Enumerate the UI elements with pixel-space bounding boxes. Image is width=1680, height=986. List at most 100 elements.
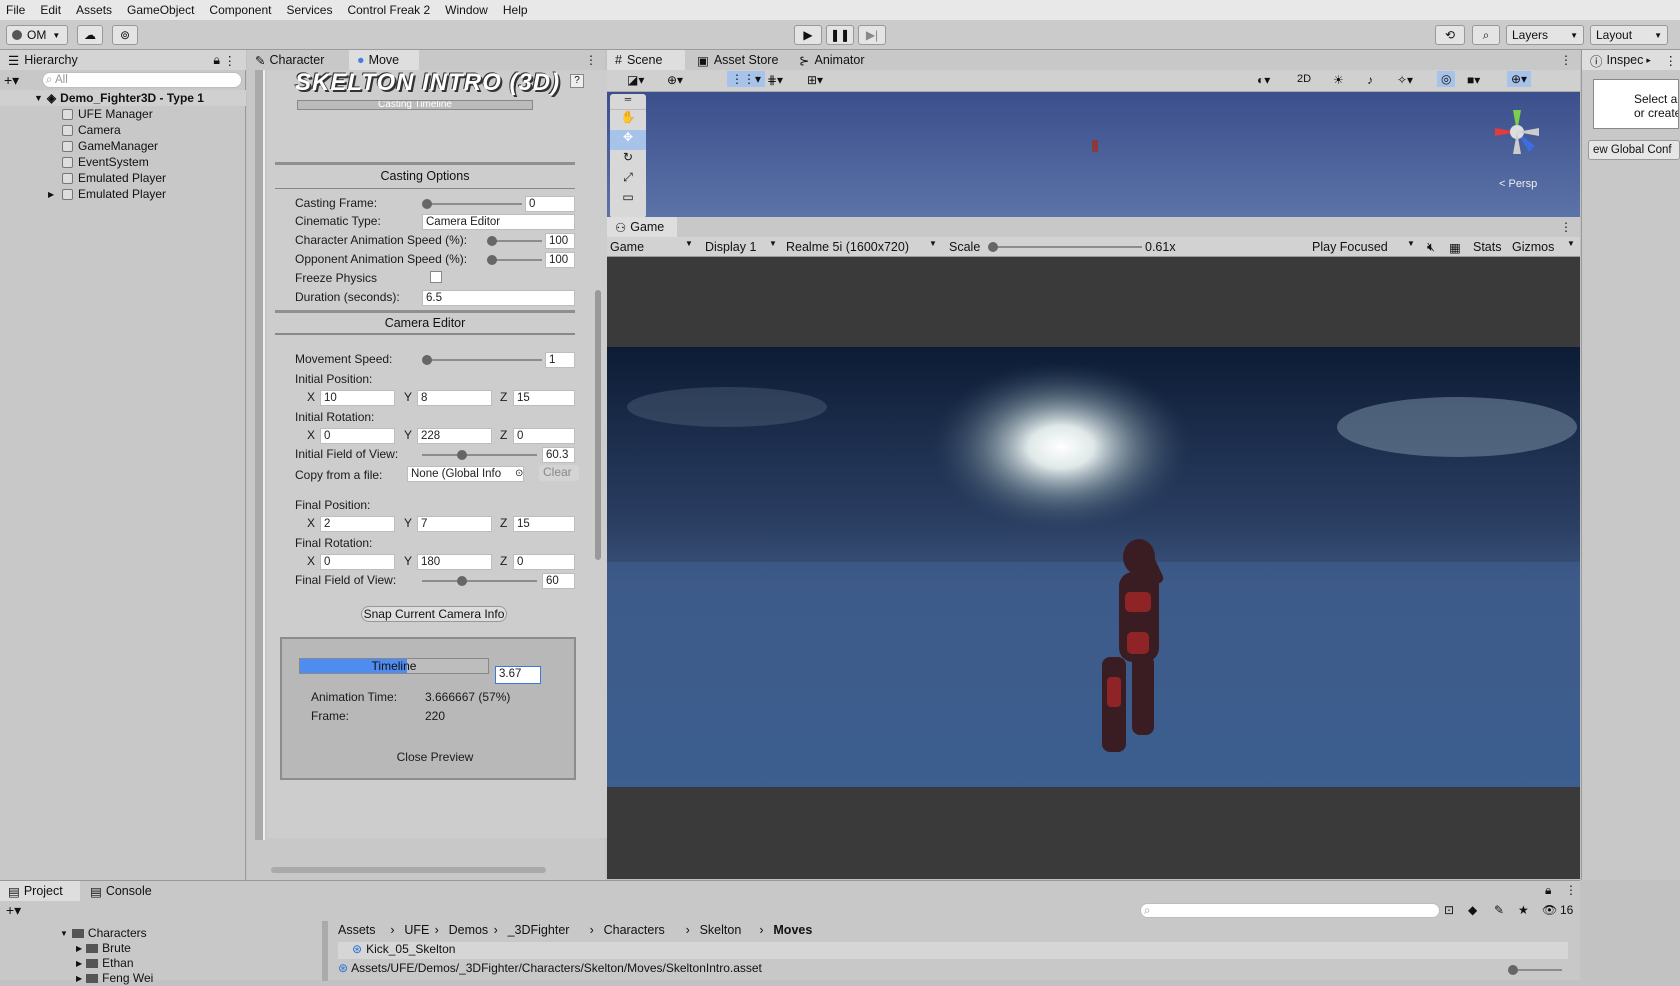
- cinematic-type-dropdown[interactable]: Camera Editor: [422, 214, 575, 230]
- more-icon[interactable]: ⋮: [585, 53, 597, 67]
- resolution-dropdown[interactable]: Realme 5i (1600x720): [786, 240, 909, 254]
- add-button[interactable]: +▾: [4, 72, 19, 89]
- initial-fov-field[interactable]: 60.3: [542, 447, 575, 463]
- shading-icon[interactable]: ◐▾: [1257, 73, 1270, 87]
- initial-fov-slider[interactable]: [422, 454, 537, 456]
- copy-file-field[interactable]: None (Global Info: [407, 466, 524, 482]
- tab-asset-store[interactable]: ▣ Asset Store: [689, 50, 789, 70]
- drag-handle-icon[interactable]: ═: [610, 94, 646, 110]
- menu-item[interactable]: Help: [503, 3, 528, 17]
- tab-scene[interactable]: # Scene: [607, 50, 685, 70]
- final-fov-field[interactable]: 60: [542, 573, 575, 589]
- global-icon[interactable]: ⊕▾: [667, 73, 683, 87]
- new-global-config-button[interactable]: ew Global Conf: [1588, 140, 1680, 160]
- help-icon[interactable]: ?: [570, 74, 584, 88]
- game-render-view[interactable]: [607, 347, 1580, 787]
- menu-item[interactable]: Window: [445, 3, 488, 17]
- opp-anim-speed-field[interactable]: 100: [545, 252, 575, 268]
- layout-dropdown[interactable]: Layout ▼: [1590, 25, 1668, 45]
- char-anim-speed-field[interactable]: 100: [545, 233, 575, 249]
- menu-item[interactable]: Edit: [40, 3, 61, 17]
- tab-project[interactable]: ▤ Project: [0, 881, 80, 901]
- editor-scrollbar[interactable]: [593, 100, 603, 860]
- final-rotation-z-field[interactable]: 0: [513, 554, 575, 570]
- casting-frame-slider[interactable]: [427, 203, 522, 205]
- tab-inspector[interactable]: ⓘ Inspec ▸ ⋮: [1582, 50, 1680, 70]
- filter-by-label-icon[interactable]: ✎: [1494, 903, 1504, 917]
- scale-slider[interactable]: [992, 246, 1142, 248]
- orientation-gizmo[interactable]: [1487, 102, 1547, 162]
- initial-position-z-field[interactable]: 15: [513, 390, 575, 406]
- pause-button[interactable]: ❚❚: [826, 25, 854, 45]
- collab-button[interactable]: ⊚: [112, 25, 138, 45]
- timeline-value-field[interactable]: 3.67: [495, 666, 541, 684]
- audio-icon[interactable]: ♪: [1367, 73, 1373, 87]
- hierarchy-item[interactable]: ▶ Emulated Player: [0, 186, 166, 202]
- mute-audio-icon[interactable]: 🔇︎: [1427, 240, 1435, 255]
- hidden-objects-icon[interactable]: ◎: [1437, 71, 1456, 87]
- project-search-input[interactable]: ⌕: [1140, 903, 1440, 918]
- pivot-icon[interactable]: ◪▾: [627, 73, 644, 87]
- scale-tool-icon[interactable]: ⤢: [610, 170, 646, 190]
- more-icon[interactable]: ⋮: [1560, 53, 1572, 67]
- list-item[interactable]: ⊛ Kick_05_Skelton: [338, 942, 1568, 959]
- zoom-slider[interactable]: [1512, 969, 1562, 971]
- initial-rotation-x-field[interactable]: 0: [320, 428, 395, 444]
- final-position-x-field[interactable]: 2: [320, 516, 395, 532]
- final-fov-slider-knob[interactable]: [457, 576, 467, 586]
- final-position-z-field[interactable]: 15: [513, 516, 575, 532]
- effects-icon[interactable]: ✧▾: [1397, 73, 1413, 87]
- char-anim-speed-slider-knob[interactable]: [487, 236, 497, 246]
- menu-item[interactable]: Assets: [76, 3, 112, 17]
- scrollbar-thumb[interactable]: [271, 867, 546, 873]
- expand-arrow-icon[interactable]: ▶: [48, 190, 54, 199]
- more-icon[interactable]: ⋮: [1665, 53, 1678, 68]
- search-filter-icon[interactable]: ⊡: [1444, 903, 1454, 917]
- layers-dropdown[interactable]: Layers ▼: [1506, 25, 1584, 45]
- folder-item[interactable]: ▶ Ethan: [0, 955, 134, 971]
- clear-button[interactable]: Clear: [539, 465, 579, 481]
- grid-snap-icon[interactable]: ⋮⋮▾: [727, 71, 766, 87]
- initial-rotation-y-field[interactable]: 228: [417, 428, 492, 444]
- tab-move[interactable]: ● Move: [349, 50, 419, 70]
- movement-speed-slider-knob[interactable]: [422, 355, 432, 365]
- breadcrumb-item[interactable]: Skelton: [700, 923, 742, 937]
- opp-anim-speed-slider-knob[interactable]: [487, 255, 497, 265]
- scale-slider-knob[interactable]: [988, 242, 998, 252]
- lighting-icon[interactable]: ☀: [1333, 73, 1344, 87]
- breadcrumb-item[interactable]: _3DFighter: [508, 923, 570, 937]
- rotate-tool-icon[interactable]: ↻: [610, 150, 646, 170]
- folder-item[interactable]: ▼ Characters: [0, 925, 147, 941]
- scrollbar-thumb[interactable]: [595, 290, 601, 560]
- divider[interactable]: [322, 921, 328, 981]
- search-input[interactable]: ⌕ All: [42, 72, 242, 88]
- play-button[interactable]: ▶: [794, 25, 822, 45]
- freeze-physics-checkbox[interactable]: [430, 271, 442, 283]
- more-icon[interactable]: ⋮: [1560, 220, 1572, 234]
- favorites-icon[interactable]: ★: [1518, 903, 1529, 917]
- scene-row[interactable]: ▼ ◈ Demo_Fighter3D - Type 1: [0, 90, 246, 106]
- tab-hierarchy[interactable]: ☰ Hierarchy 🔒︎ ⋮: [0, 50, 246, 70]
- tab-character[interactable]: ✎ Character: [247, 50, 347, 70]
- add-button[interactable]: +▾: [6, 902, 21, 919]
- breadcrumb-item[interactable]: Characters: [604, 923, 665, 937]
- close-preview-button[interactable]: Close Preview: [395, 750, 475, 764]
- display-dropdown[interactable]: Display 1: [705, 240, 756, 254]
- breadcrumb-item[interactable]: Moves: [773, 923, 812, 937]
- hierarchy-item[interactable]: Camera: [0, 122, 121, 138]
- final-rotation-y-field[interactable]: 180: [417, 554, 492, 570]
- grid-icon[interactable]: ▦: [1449, 240, 1461, 255]
- lock-icon[interactable]: 🔒︎: [1545, 883, 1551, 898]
- movement-speed-field[interactable]: 1: [545, 352, 575, 368]
- history-button[interactable]: ⟲: [1435, 25, 1465, 45]
- filter-by-type-icon[interactable]: ◆: [1468, 903, 1477, 917]
- initial-rotation-z-field[interactable]: 0: [513, 428, 575, 444]
- duration-field[interactable]: 6.5: [422, 290, 575, 306]
- zoom-slider-knob[interactable]: [1508, 965, 1518, 975]
- 2d-toggle[interactable]: 2D: [1297, 73, 1311, 85]
- breadcrumb-item[interactable]: Assets: [338, 923, 376, 937]
- initial-position-y-field[interactable]: 8: [417, 390, 492, 406]
- hidden-count-icon[interactable]: 👁︎: [1542, 903, 1557, 917]
- casting-frame-field[interactable]: 0: [525, 196, 575, 212]
- tab-console[interactable]: ▤ Console: [82, 881, 162, 901]
